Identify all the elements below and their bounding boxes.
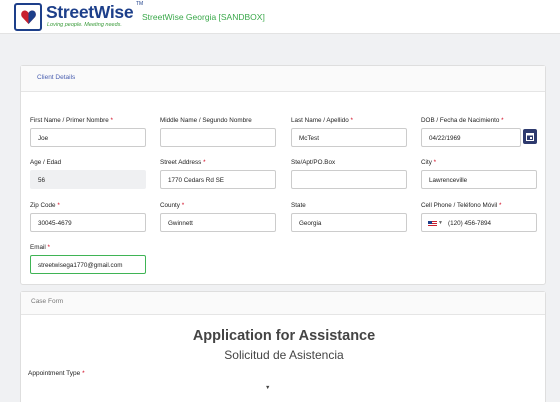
- client-details-title: Client Details: [37, 74, 76, 81]
- form-heading: Application for Assistance: [192, 328, 376, 344]
- calendar-button[interactable]: [523, 129, 537, 144]
- last-name-group: Last Name / Apellido * McTest: [291, 117, 407, 147]
- brand-tagline: Loving people. Meeting needs.: [47, 22, 122, 28]
- cell-group: Cell Phone / Teléfono Móvil * ▼ (120) 45…: [421, 202, 537, 232]
- age-label: Age / Edad: [30, 159, 62, 166]
- apt-field[interactable]: [291, 170, 407, 189]
- age-field: 56: [30, 170, 146, 189]
- city-label: City *: [421, 159, 437, 166]
- dob-label: DOB / Fecha de Nacimiento *: [421, 117, 504, 124]
- heart-icon: [21, 10, 36, 24]
- cell-label: Cell Phone / Teléfono Móvil *: [421, 202, 502, 209]
- apt-group: Ste/Apt/PO.Box: [291, 159, 407, 189]
- age-group: Age / Edad 56: [30, 159, 146, 189]
- street-group: Street Address * 1770 Cedars Rd SE: [160, 159, 276, 189]
- calendar-icon: [526, 133, 534, 141]
- last-name-label: Last Name / Apellido *: [291, 117, 353, 124]
- trademark: TM: [136, 1, 144, 7]
- apt-label: Ste/Apt/PO.Box: [291, 159, 336, 166]
- dob-field[interactable]: 04/22/1969: [421, 128, 521, 147]
- brand-name: StreetWise: [46, 2, 134, 22]
- first-name-label: First Name / Primer Nombre *: [30, 117, 113, 124]
- city-group: City * Lawrenceville: [421, 159, 537, 189]
- street-label: Street Address *: [160, 159, 206, 166]
- zip-label: Zip Code *: [30, 202, 60, 209]
- middle-name-label: Middle Name / Segundo Nombre: [160, 117, 252, 124]
- chevron-down-icon[interactable]: ▼: [438, 220, 443, 226]
- appointment-type-select[interactable]: [28, 380, 281, 396]
- cell-field[interactable]: ▼ (120) 456-7894: [421, 213, 537, 232]
- county-label: County *: [160, 202, 185, 209]
- state-label: State: [291, 202, 306, 209]
- dob-group: DOB / Fecha de Nacimiento * 04/22/1969: [421, 117, 537, 147]
- county-field[interactable]: Gwinnett: [160, 213, 276, 232]
- county-group: County * Gwinnett: [160, 202, 276, 232]
- environment-title: StreetWise Georgia [SANDBOX]: [142, 12, 265, 22]
- first-name-group: First Name / Primer Nombre * Joe: [30, 117, 146, 147]
- email-field[interactable]: streetwisega1770@gmail.com: [30, 255, 146, 274]
- case-form-title: Case Form: [31, 298, 64, 305]
- chevron-down-icon[interactable]: ▼: [265, 385, 270, 391]
- form-subheading: Solicitud de Asistencia: [224, 348, 344, 362]
- case-form-panel: Case Form Application for Assistance Sol…: [20, 291, 546, 402]
- case-form-header: Case Form: [21, 292, 545, 315]
- middle-name-field[interactable]: [160, 128, 276, 147]
- appointment-type-label: Appointment Type *: [28, 370, 85, 377]
- client-details-header: Client Details: [21, 66, 545, 92]
- email-group: Email * streetwisega1770@gmail.com: [30, 244, 146, 274]
- zip-group: Zip Code * 30045-4679: [30, 202, 146, 232]
- cell-value: (120) 456-7894: [448, 220, 492, 227]
- state-field[interactable]: Georgia: [291, 213, 407, 232]
- streetwise-logo[interactable]: StreetWise TM Loving people. Meeting nee…: [14, 1, 144, 31]
- state-group: State Georgia: [291, 202, 407, 232]
- us-flag-icon[interactable]: [428, 221, 437, 227]
- app-header: StreetWise TM Loving people. Meeting nee…: [0, 0, 560, 34]
- zip-field[interactable]: 30045-4679: [30, 213, 146, 232]
- middle-name-group: Middle Name / Segundo Nombre: [160, 117, 276, 147]
- street-field[interactable]: 1770 Cedars Rd SE: [160, 170, 276, 189]
- logo-mark: [14, 3, 42, 31]
- city-field[interactable]: Lawrenceville: [421, 170, 537, 189]
- email-label: Email *: [30, 244, 50, 251]
- client-details-panel: Client Details First Name / Primer Nombr…: [20, 65, 546, 285]
- last-name-field[interactable]: McTest: [291, 128, 407, 147]
- first-name-field[interactable]: Joe: [30, 128, 146, 147]
